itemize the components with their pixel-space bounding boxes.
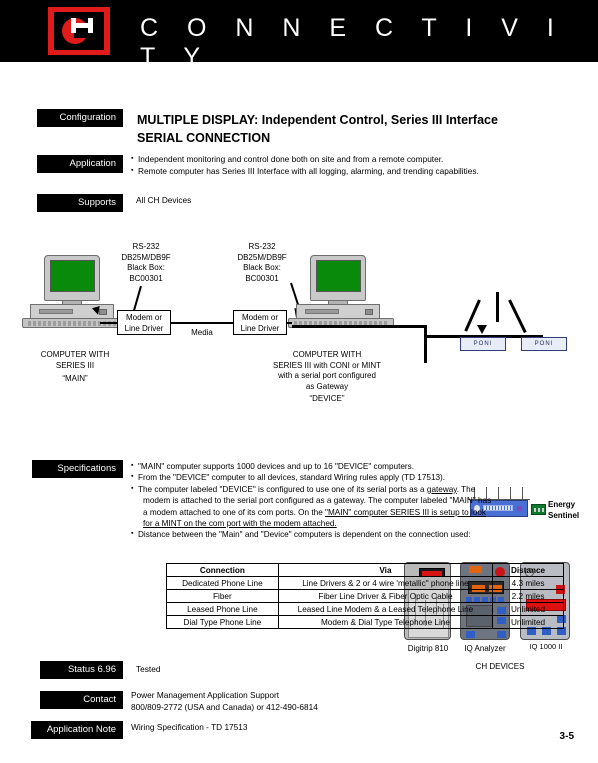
tag-status: Status 6.96: [40, 661, 123, 679]
logo-h-icon: [71, 18, 93, 33]
spec-bullet-3-line4: for a MINT on the com port with the mode…: [143, 519, 337, 529]
spec-b3-part-a: The computer labeled "DEVICE" is configu…: [138, 484, 427, 494]
spec-bullet-3: The computer labeled "DEVICE" is configu…: [131, 483, 591, 495]
spec-bullet-3-line2: modem is attached to the serial port con…: [143, 496, 492, 506]
es-branch-right: [508, 299, 527, 334]
cell-distance: Unlimited: [492, 602, 564, 616]
spec-b3-l3-part-a: a modem attached to one of its com ports…: [143, 507, 326, 517]
media-label: Media: [191, 328, 213, 337]
specifications-text: "MAIN" computer supports 1000 devices an…: [131, 460, 591, 541]
left-connector-arrow-line: [132, 285, 142, 312]
spec-b3-gateway: gateway: [426, 484, 457, 494]
modem-right: Modem or Line Driver: [233, 310, 287, 335]
tag-application-note: Application Note: [31, 721, 123, 739]
cell-via: Modem & Dial Type Telephone Line: [277, 615, 494, 629]
table-row: Dial Type Phone Line Modem & Dial Type T…: [166, 615, 564, 629]
cell-via: Leased Line Modem & a Leased Telephone L…: [277, 602, 494, 616]
table-header-distance: Distance: [492, 563, 564, 577]
config-title-line2: SERIAL CONNECTION: [137, 131, 271, 145]
tag-application: Application: [37, 155, 123, 173]
bus-line-main: [292, 325, 427, 328]
tag-specifications: Specifications: [32, 460, 123, 478]
poni-label-iq1000: PONI: [521, 337, 567, 351]
es-arrowhead: [477, 325, 487, 334]
cell-via: Line Drivers & 2 or 4 wire 'metallic" ph…: [277, 576, 494, 590]
contact-line-2: 800/809-2772 (USA and Canada) or 412-490…: [131, 701, 318, 712]
cell-distance: 2.2 miles: [492, 589, 564, 603]
cell-connection: Leased Phone Line: [166, 602, 279, 616]
device-computer-graphic: [288, 255, 394, 328]
page-header: C O N N E C T I V I T Y: [0, 0, 598, 71]
spec-bullet-4: Distance between the "Main" and "Device"…: [131, 528, 591, 540]
spec-bullet-1: "MAIN" computer supports 1000 devices an…: [131, 460, 591, 472]
ch-logo: [48, 7, 110, 55]
page-title: C O N N E C T I V I T Y: [140, 14, 565, 71]
application-note-value: Wiring Specification - TD 17513: [131, 722, 248, 732]
spec-b3-part-b: . The: [456, 484, 476, 494]
poni-label-iqa: PONI: [460, 337, 506, 351]
table-header-connection: Connection: [166, 563, 279, 577]
supports-value: All CH Devices: [136, 195, 192, 205]
line-pc-to-modem-left: [100, 322, 118, 324]
line-modem-to-pc-right: [286, 322, 292, 324]
cell-distance: 4.3 miles: [492, 576, 564, 590]
application-bullets: Independent monitoring and control done …: [131, 153, 479, 178]
bus-leg-digitrip: [424, 335, 427, 363]
crt-screen: [316, 260, 361, 292]
cell-distance: Unlimited: [492, 615, 564, 629]
tag-supports: Supports: [37, 194, 123, 212]
table-row: Fiber Fiber Line Driver & Fiber Optic Ca…: [166, 589, 564, 603]
contact-info: Power Management Application Support 800…: [131, 690, 318, 713]
page-number: 3-5: [559, 731, 574, 742]
connection-distance-table: Connection Via Distance Dedicated Phone …: [166, 563, 564, 629]
left-connector-label: RS-232 DB25M/DB9F Black Box: BC00301: [121, 242, 171, 283]
es-drop: [496, 292, 499, 322]
table-header-row: Connection Via Distance: [166, 563, 564, 577]
cell-connection: Fiber: [166, 589, 279, 603]
device-name-iq-1000: IQ 1000 II: [529, 642, 563, 651]
device-computer-caption: COMPUTER WITH SERIES III with CONI or MI…: [272, 350, 381, 403]
application-bullet: Remote computer has Series III Interface…: [131, 165, 479, 178]
crt-screen: [50, 260, 95, 292]
cell-connection: Dedicated Phone Line: [166, 576, 279, 590]
modem-left: Modem or Line Driver: [117, 310, 171, 335]
spec-bullet-3-line3: a modem attached to one of its com ports…: [131, 507, 591, 518]
contact-line-1: Power Management Application Support: [131, 690, 280, 700]
spec-bullet-2: From the "DEVICE" computer to all device…: [131, 471, 591, 483]
table-row: Leased Phone Line Leased Line Modem & a …: [166, 602, 564, 616]
tag-contact: Contact: [40, 691, 123, 709]
spec-b3-l3-underlined: "MAIN" computer SERIES III is setup to l…: [325, 507, 487, 517]
cell-via: Fiber Line Driver & Fiber Optic Cable: [277, 589, 494, 603]
config-title-line1: MULTIPLE DISPLAY: Independent Control, S…: [137, 113, 498, 127]
status-value: Tested: [136, 664, 161, 674]
line-media: [171, 322, 233, 324]
ch-devices-caption: CH DEVICES: [475, 662, 525, 671]
connection-diagram: RS-232 DB25M/DB9F Black Box: BC00301 Mod…: [0, 225, 598, 671]
cell-connection: Dial Type Phone Line: [166, 615, 279, 629]
main-computer-caption: COMPUTER WITH SERIES III “MAIN”: [40, 350, 110, 383]
table-header-via: Via: [277, 563, 494, 577]
ch-logo-inner: [54, 12, 104, 50]
application-bullet: Independent monitoring and control done …: [131, 153, 479, 166]
tag-configuration: Configuration: [37, 109, 123, 127]
table-row: Dedicated Phone Line Line Drivers & 2 or…: [166, 576, 564, 590]
